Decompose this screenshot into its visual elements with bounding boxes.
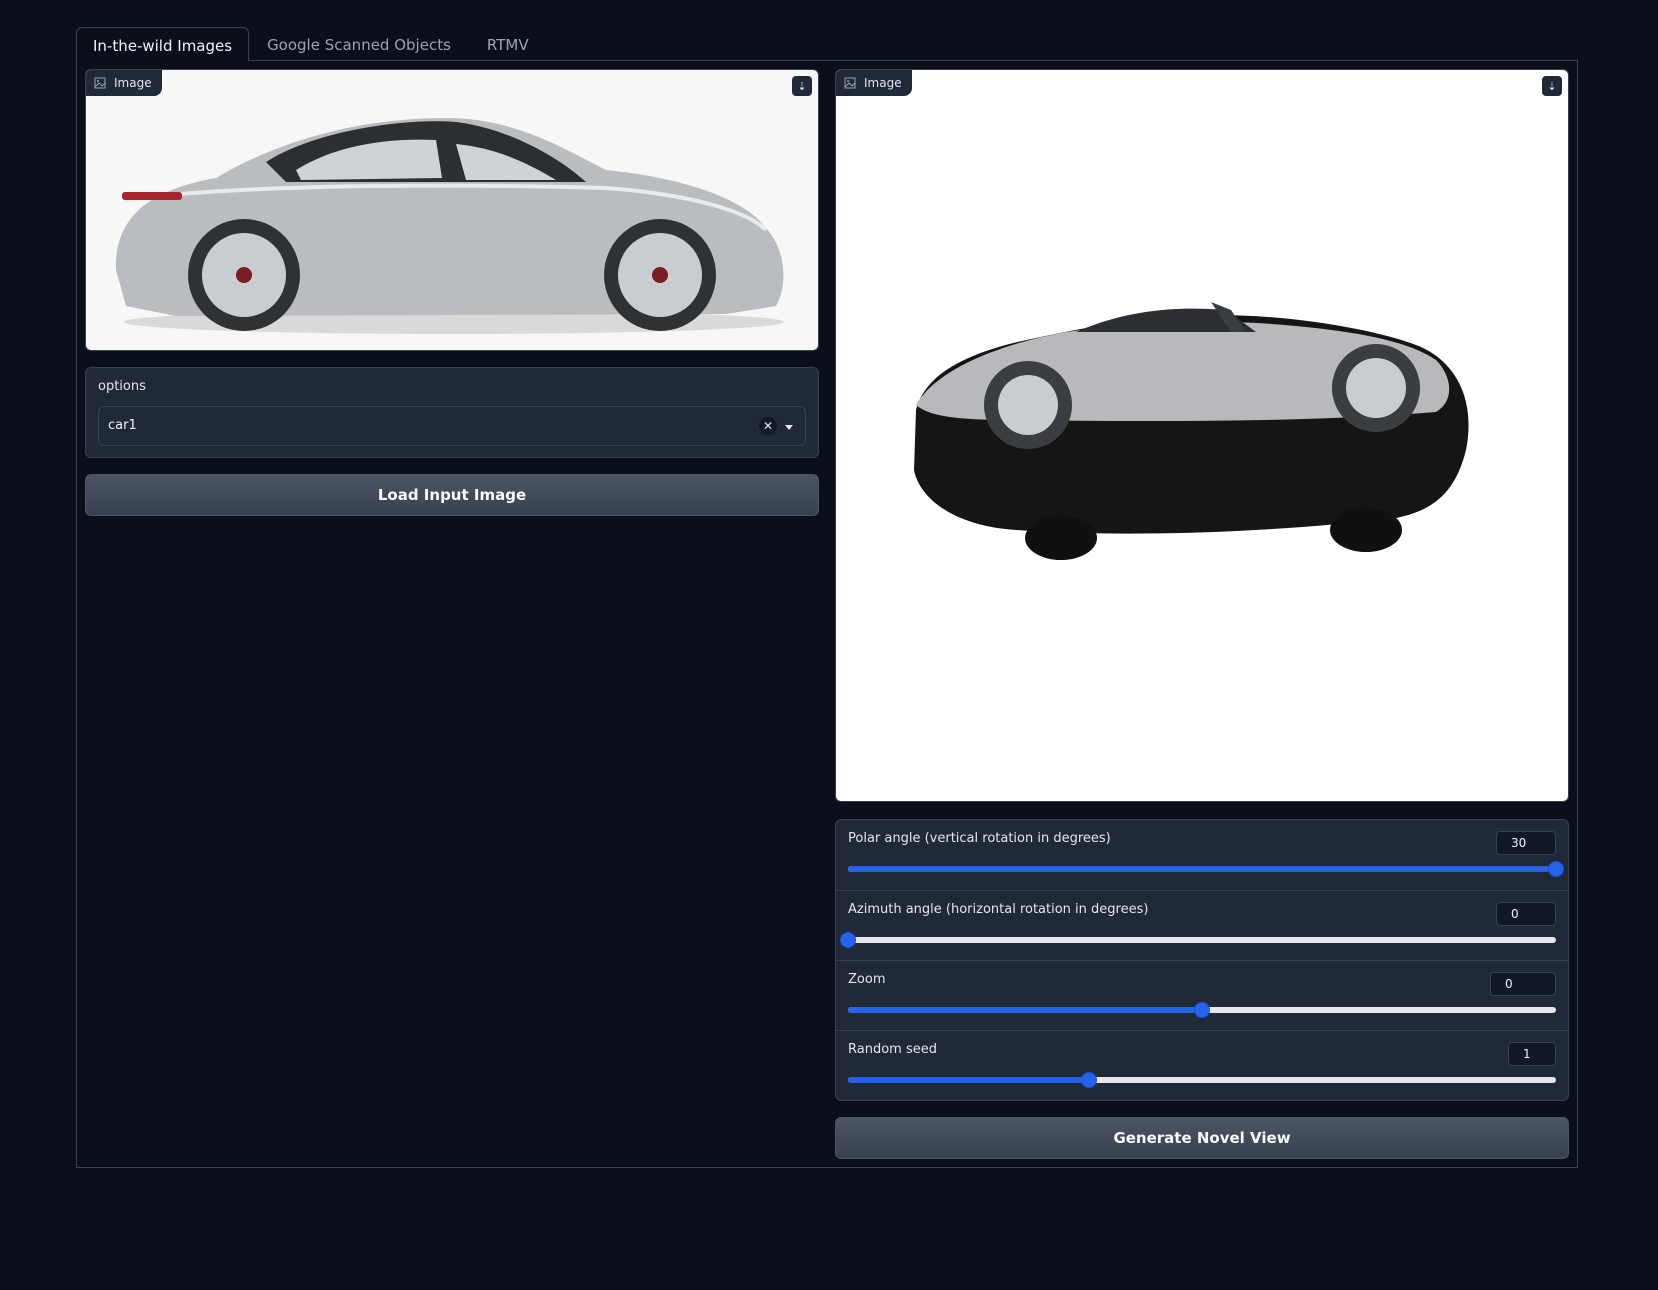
- generate-novel-view-button[interactable]: Generate Novel View: [835, 1117, 1569, 1159]
- output-image-label-text: Image: [864, 76, 902, 90]
- random-seed-slider-fill: [848, 1077, 1089, 1083]
- input-image-label: Image: [86, 70, 162, 96]
- download-icon[interactable]: ⇣: [792, 76, 812, 96]
- zoom-slider-fill: [848, 1007, 1202, 1013]
- options-dropdown[interactable]: car1 ✕: [98, 406, 806, 446]
- zoom-slider-row: Zoom 0: [836, 960, 1568, 1030]
- options-label: options: [98, 379, 146, 394]
- azimuth-angle-slider-thumb[interactable]: [840, 932, 856, 948]
- azimuth-angle-label: Azimuth angle (horizontal rotation in de…: [848, 902, 1149, 917]
- random-seed-label: Random seed: [848, 1042, 937, 1057]
- load-input-image-button[interactable]: Load Input Image: [85, 474, 819, 516]
- azimuth-angle-input[interactable]: 0: [1496, 902, 1556, 926]
- camera-controls-panel: Polar angle (vertical rotation in degree…: [835, 819, 1569, 1101]
- polar-angle-slider-thumb[interactable]: [1548, 861, 1564, 877]
- tab-bar: In-the-wild Images Google Scanned Object…: [76, 27, 547, 61]
- zoom-input[interactable]: 0: [1490, 972, 1556, 996]
- download-icon[interactable]: ⇣: [1542, 76, 1562, 96]
- output-image-label: Image: [836, 70, 912, 96]
- input-image-box[interactable]: Image ⇣: [85, 69, 819, 351]
- polar-angle-input[interactable]: 30: [1496, 831, 1556, 855]
- image-icon: [844, 77, 856, 89]
- output-car-image: [914, 302, 1469, 560]
- options-selected-value: car1: [108, 418, 137, 433]
- zoom-slider[interactable]: [848, 1002, 1556, 1018]
- close-icon[interactable]: ✕: [759, 417, 777, 435]
- random-seed-slider-thumb[interactable]: [1080, 1072, 1097, 1088]
- image-icon: [94, 77, 106, 89]
- tab-in-the-wild-images[interactable]: In-the-wild Images: [76, 27, 250, 61]
- zoom-label: Zoom: [848, 972, 886, 987]
- random-seed-slider-row: Random seed 1: [836, 1030, 1568, 1100]
- azimuth-angle-slider[interactable]: [840, 932, 1556, 948]
- random-seed-slider[interactable]: [848, 1072, 1556, 1088]
- random-seed-input[interactable]: 1: [1508, 1042, 1556, 1066]
- output-image-box[interactable]: Image ⇣: [835, 69, 1569, 802]
- input-car-image: [115, 118, 784, 334]
- tab-rtmv[interactable]: RTMV: [469, 27, 547, 61]
- azimuth-angle-slider-row: Azimuth angle (horizontal rotation in de…: [836, 890, 1568, 960]
- input-image-label-text: Image: [114, 76, 152, 90]
- polar-angle-label: Polar angle (vertical rotation in degree…: [848, 831, 1111, 846]
- chevron-down-icon[interactable]: [785, 425, 793, 430]
- options-block: options car1 ✕: [85, 367, 819, 458]
- tab-google-scanned-objects[interactable]: Google Scanned Objects: [249, 27, 469, 61]
- polar-angle-slider-fill: [848, 866, 1556, 872]
- polar-angle-slider[interactable]: [848, 861, 1564, 877]
- polar-angle-slider-row: Polar angle (vertical rotation in degree…: [836, 820, 1568, 890]
- zoom-slider-thumb[interactable]: [1194, 1002, 1210, 1018]
